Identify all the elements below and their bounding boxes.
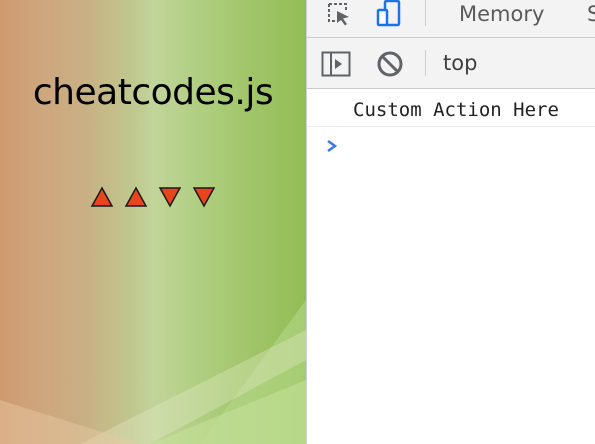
devtools-tab-bar: Memory S bbox=[307, 0, 595, 38]
context-selector[interactable]: top bbox=[443, 51, 477, 75]
arrow-down-icon bbox=[192, 187, 216, 208]
arrow-up-icon bbox=[90, 186, 114, 207]
toolbar-divider bbox=[425, 0, 426, 26]
code-arrows bbox=[90, 186, 216, 208]
arrow-up-icon bbox=[124, 186, 148, 207]
background-decoration bbox=[0, 300, 306, 444]
toolbar-divider bbox=[425, 50, 426, 76]
console-message: Custom Action Here bbox=[307, 89, 595, 127]
devtools-panel: Memory S top Custom Action Here bbox=[306, 0, 595, 444]
clear-console-icon[interactable] bbox=[375, 50, 405, 78]
tab-partial[interactable]: S bbox=[587, 2, 595, 26]
inspect-element-icon[interactable] bbox=[321, 0, 357, 28]
device-toolbar-icon[interactable] bbox=[371, 0, 407, 28]
page-viewport: cheatcodes.js bbox=[0, 0, 306, 444]
page-title: cheatcodes.js bbox=[32, 72, 274, 113]
console-prompt-icon[interactable] bbox=[325, 138, 339, 154]
tab-memory[interactable]: Memory bbox=[459, 2, 544, 26]
console-message-text: Custom Action Here bbox=[353, 99, 559, 121]
arrow-down-icon bbox=[158, 187, 182, 208]
console-toolbar: top bbox=[307, 38, 595, 89]
sidebar-toggle-icon[interactable] bbox=[321, 50, 351, 78]
